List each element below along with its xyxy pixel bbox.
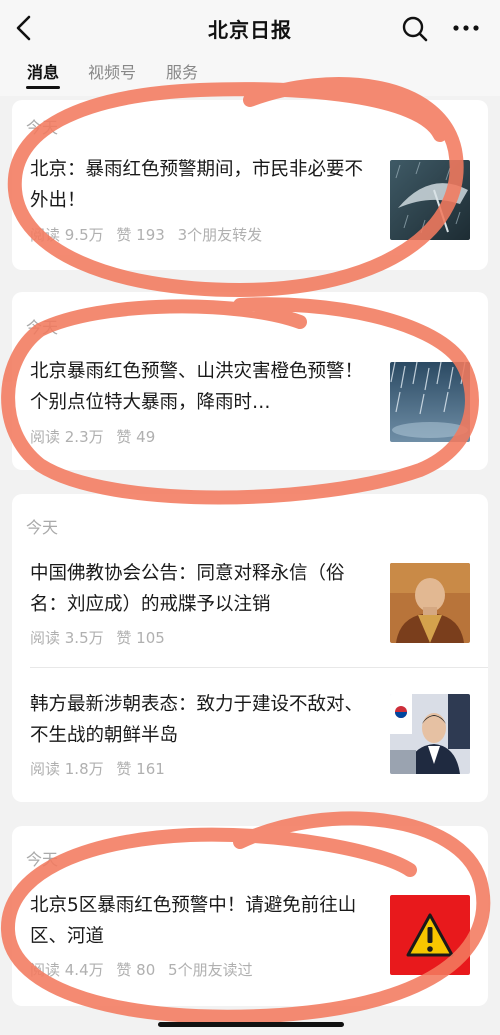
monk-portrait-image[interactable] [390, 563, 470, 643]
article-meta: 阅读 2.3万 赞 49 [30, 426, 163, 447]
press-conference-image[interactable] [390, 694, 470, 774]
article-meta: 阅读 4.4万 赞 80 5个朋友读过 [30, 959, 261, 980]
message-card: 今天 北京5区暴雨红色预警中！请避免前往山区、河道 阅读 4.4万 赞 80 5… [12, 826, 488, 1006]
message-date: 今天 [26, 518, 59, 537]
search-icon[interactable] [401, 15, 429, 43]
article-title[interactable]: 韩方最新涉朝表态：致力于建设不敌对、不生战的朝鲜半岛 [30, 689, 375, 751]
umbrella-rain-image[interactable] [390, 160, 470, 240]
message-card: 今天 北京：暴雨红色预警期间，市民非必要不外出！ 阅读 9.5万 赞 193 3… [12, 100, 488, 270]
tab-video-channel[interactable]: 视频号 [88, 59, 136, 83]
article-meta: 阅读 1.8万 赞 161 [30, 758, 173, 779]
article-title[interactable]: 北京5区暴雨红色预警中！请避免前往山区、河道 [30, 890, 375, 952]
article-title[interactable]: 中国佛教协会公告：同意对释永信（俗名：刘应成）的戒牒予以注销 [30, 558, 375, 620]
friend-activity: 3个朋友转发 [177, 226, 263, 244]
message-date: 今天 [26, 318, 59, 337]
article-meta: 阅读 9.5万 赞 193 3个朋友转发 [30, 224, 270, 245]
like-count: 赞 105 [116, 629, 165, 647]
like-count: 赞 161 [116, 760, 165, 778]
read-count: 阅读 9.5万 [30, 226, 104, 244]
friend-activity: 5个朋友读过 [168, 961, 253, 979]
more-dots-icon[interactable] [452, 22, 480, 34]
like-count: 赞 193 [116, 226, 165, 244]
message-date: 今天 [26, 118, 59, 137]
heavy-rain-image[interactable] [390, 362, 470, 442]
article-title[interactable]: 北京：暴雨红色预警期间，市民非必要不外出！ [30, 154, 375, 216]
like-count: 赞 49 [116, 428, 156, 446]
warning-sign-image[interactable] [390, 895, 470, 975]
read-count: 阅读 3.5万 [30, 629, 104, 647]
read-count: 阅读 1.8万 [30, 760, 104, 778]
active-tab-indicator [26, 86, 60, 89]
top-bar: 北京日报 [0, 0, 500, 56]
message-card: 今天 中国佛教协会公告：同意对释永信（俗名：刘应成）的戒牒予以注销 阅读 3.5… [12, 494, 488, 802]
article-meta: 阅读 3.5万 赞 105 [30, 627, 173, 648]
tab-messages[interactable]: 消息 [27, 59, 59, 83]
read-count: 阅读 4.4万 [30, 961, 104, 979]
article-title[interactable]: 北京暴雨红色预警、山洪灾害橙色预警！个别点位特大暴雨，降雨时… [30, 356, 375, 418]
read-count: 阅读 2.3万 [30, 428, 104, 446]
message-card: 今天 北京暴雨红色预警、山洪灾害橙色预警！个别点位特大暴雨，降雨时… 阅读 2.… [12, 292, 488, 470]
tab-services[interactable]: 服务 [166, 59, 198, 83]
message-date: 今天 [26, 850, 59, 869]
home-indicator[interactable] [158, 1022, 344, 1027]
tab-bar: 消息 视频号 服务 [0, 56, 500, 96]
like-count: 赞 80 [116, 961, 156, 979]
article-divider [30, 667, 488, 668]
